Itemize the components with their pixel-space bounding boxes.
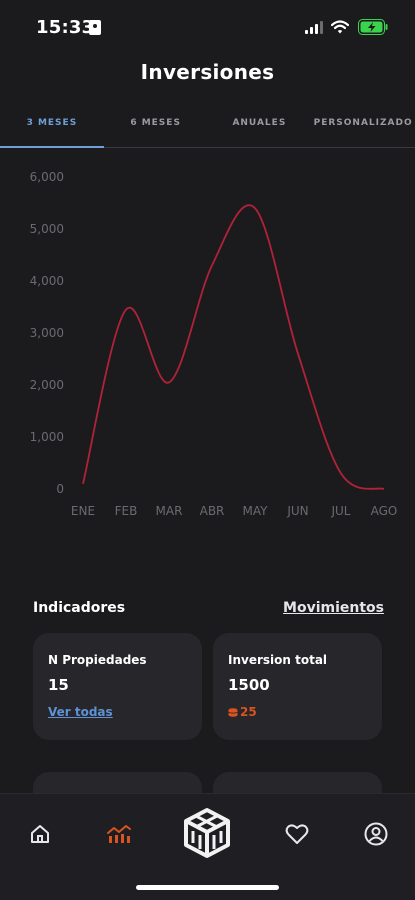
y-tick-label: 2,000	[30, 378, 64, 392]
x-tick-label: ENE	[71, 504, 95, 518]
total-investment-card[interactable]: Inversion total 1500 25	[213, 633, 382, 740]
card-label: N Propiedades	[48, 653, 147, 667]
home-indicator	[136, 885, 279, 890]
nav-profile[interactable]	[363, 814, 389, 854]
x-tick-label: FEB	[115, 504, 138, 518]
bottom-nav	[0, 793, 415, 900]
nav-investments[interactable]	[105, 814, 133, 854]
screen: 15:33 Inversiones 3 MESES 6 MESES ANUALE…	[0, 0, 415, 900]
movimientos-link[interactable]: Movimientos	[283, 600, 384, 616]
ver-todas-link[interactable]: Ver todas	[48, 705, 187, 719]
status-time: 15:33	[36, 17, 95, 38]
indicators-header: Indicadores Movimientos	[33, 600, 384, 622]
card-sub-value-text: 25	[240, 705, 257, 719]
x-tick-label: AGO	[371, 504, 398, 518]
wifi-icon	[331, 20, 349, 34]
battery-icon	[358, 19, 388, 35]
card-sub-value: 25	[228, 705, 367, 719]
tab-6-meses[interactable]: 6 MESES	[104, 112, 208, 147]
x-tick-label: JUN	[286, 504, 308, 518]
chart-icon	[107, 825, 131, 843]
card-value: 15	[48, 676, 69, 694]
x-tick-label: MAY	[243, 504, 269, 518]
period-tabs: 3 MESES 6 MESES ANUALES PERSONALIZADO	[0, 112, 415, 148]
x-tick-label: JUL	[330, 504, 350, 518]
nav-logo[interactable]	[180, 806, 234, 860]
signal-icon	[305, 21, 323, 34]
y-tick-label: 5,000	[30, 222, 64, 236]
tab-personalizado[interactable]: PERSONALIZADO	[311, 112, 415, 147]
indicators-title: Indicadores	[33, 600, 126, 616]
properties-card[interactable]: N Propiedades 15 Ver todas	[33, 633, 202, 740]
y-tick-label: 4,000	[30, 274, 64, 288]
nav-favorites[interactable]	[284, 814, 310, 854]
y-tick-label: 6,000	[30, 170, 64, 184]
y-tick-label: 0	[56, 482, 64, 496]
id-card-icon	[89, 20, 101, 35]
x-tick-label: MAR	[156, 504, 183, 518]
nav-home[interactable]	[28, 814, 52, 854]
coins-icon	[228, 707, 238, 717]
card-label: Inversion total	[228, 653, 328, 667]
profile-icon	[364, 822, 388, 846]
y-tick-label: 3,000	[30, 326, 64, 340]
tab-3-meses[interactable]: 3 MESES	[0, 112, 104, 148]
logo-icon	[184, 808, 230, 858]
page-title: Inversiones	[140, 60, 275, 84]
status-bar: 15:33	[0, 0, 415, 56]
tab-anuales[interactable]: ANUALES	[208, 112, 312, 147]
series-line	[82, 204, 385, 490]
heart-icon	[285, 824, 309, 844]
y-tick-label: 1,000	[30, 430, 64, 444]
x-tick-label: ABR	[200, 504, 225, 518]
home-icon	[31, 825, 49, 843]
investment-line-chart: 0 1,000 2,000 3,000 4,000 5,000 6,000 ENE FEB MAR…	[30, 170, 398, 518]
card-value: 1500	[228, 676, 270, 694]
